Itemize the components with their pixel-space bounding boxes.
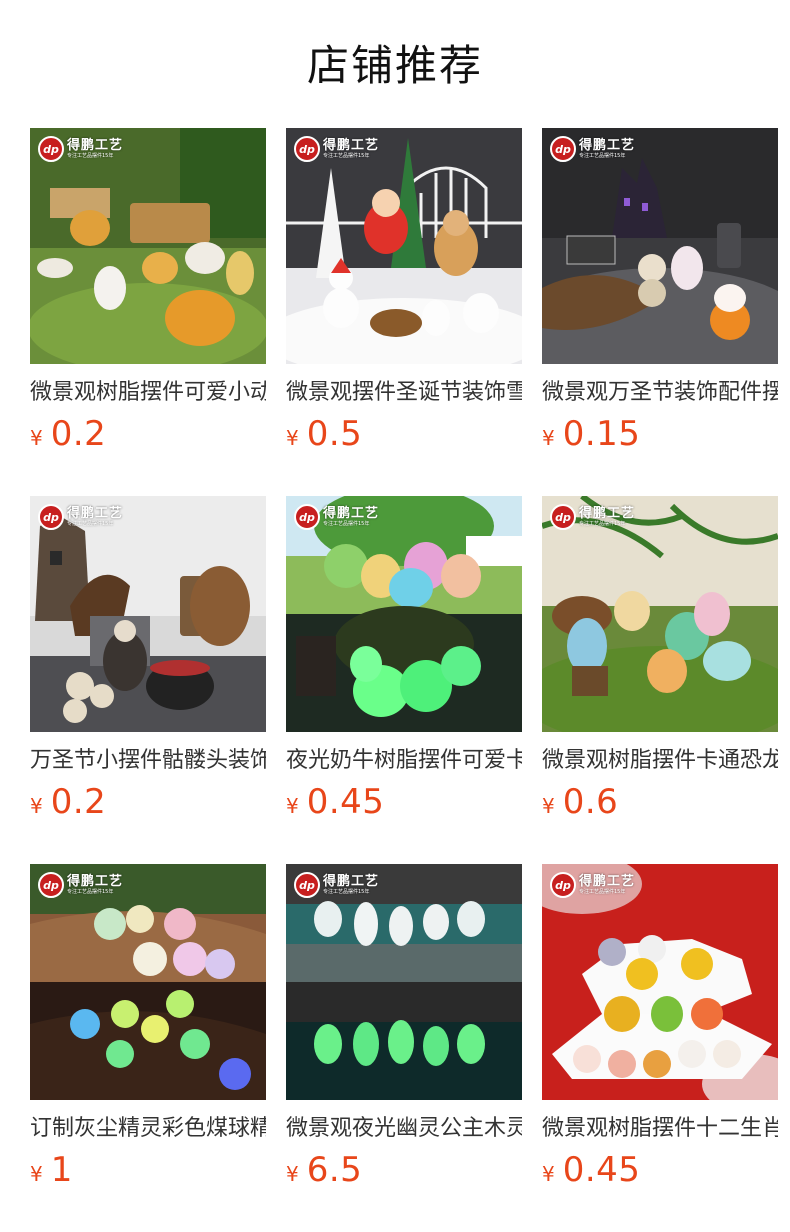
product-card[interactable]: dp 得鹏工艺 专注工艺品摆件15年 订制灰尘精灵彩色煤球精灵 ¥ 1 xyxy=(30,864,266,1232)
product-card[interactable]: dp 得鹏工艺 专注工艺品摆件15年 微景观树脂摆件卡通恐龙 ¥ 0.6 xyxy=(542,496,778,864)
brand-name: 得鹏工艺 xyxy=(323,874,380,889)
product-name[interactable]: 微景观夜光幽灵公主木灵 xyxy=(286,1113,522,1145)
dp-logo-icon: dp xyxy=(550,872,576,898)
product-price: ¥ 0.5 xyxy=(286,414,522,458)
brand-tagline: 专注工艺品摆件15年 xyxy=(579,889,626,895)
brand-name: 得鹏工艺 xyxy=(67,138,124,153)
brand-name: 得鹏工艺 xyxy=(323,506,380,521)
product-image[interactable]: dp 得鹏工艺 专注工艺品摆件15年 xyxy=(30,128,266,364)
dp-logo-icon: dp xyxy=(294,136,320,162)
product-image[interactable]: dp 得鹏工艺 专注工艺品摆件15年 xyxy=(542,128,778,364)
product-name[interactable]: 微景观树脂摆件十二生肖 xyxy=(542,1113,778,1145)
dp-logo-icon: dp xyxy=(550,136,576,162)
currency-symbol: ¥ xyxy=(286,1162,299,1186)
currency-symbol: ¥ xyxy=(30,1162,43,1186)
price-amount: 6.5 xyxy=(306,1150,363,1190)
brand-logo: dp 得鹏工艺 专注工艺品摆件15年 xyxy=(294,870,379,900)
brand-tagline: 专注工艺品摆件15年 xyxy=(67,521,114,527)
currency-symbol: ¥ xyxy=(30,794,43,818)
price-amount: 0.45 xyxy=(306,782,385,822)
brand-tagline: 专注工艺品摆件15年 xyxy=(323,153,370,159)
currency-symbol: ¥ xyxy=(542,794,555,818)
product-name[interactable]: 微景观摆件圣诞节装饰雪人 xyxy=(286,377,522,409)
brand-logo: dp 得鹏工艺 专注工艺品摆件15年 xyxy=(38,870,123,900)
product-card[interactable]: dp 得鹏工艺 专注工艺品摆件15年 微景观树脂摆件十二生肖 ¥ 0.45 xyxy=(542,864,778,1232)
product-card[interactable]: dp 得鹏工艺 专注工艺品摆件15年 微景观摆件圣诞节装饰雪人 ¥ 0.5 xyxy=(286,128,522,496)
currency-symbol: ¥ xyxy=(286,426,299,450)
brand-tagline: 专注工艺品摆件15年 xyxy=(323,521,370,527)
price-amount: 0.6 xyxy=(562,782,619,822)
product-image[interactable]: dp 得鹏工艺 专注工艺品摆件15年 xyxy=(286,496,522,732)
product-price: ¥ 0.15 xyxy=(542,414,778,458)
product-image[interactable]: dp 得鹏工艺 专注工艺品摆件15年 xyxy=(30,864,266,1100)
product-image[interactable]: dp 得鹏工艺 专注工艺品摆件15年 xyxy=(286,128,522,364)
price-amount: 0.2 xyxy=(50,782,107,822)
product-image[interactable]: dp 得鹏工艺 专注工艺品摆件15年 xyxy=(286,864,522,1100)
brand-tagline: 专注工艺品摆件15年 xyxy=(67,153,114,159)
product-name[interactable]: 夜光奶牛树脂摆件可爱卡通 xyxy=(286,745,522,777)
brand-logo: dp 得鹏工艺 专注工艺品摆件15年 xyxy=(294,502,379,532)
product-name[interactable]: 万圣节小摆件骷髅头装饰品 xyxy=(30,745,266,777)
product-card[interactable]: dp 得鹏工艺 专注工艺品摆件15年 微景观夜光幽灵公主木灵 ¥ 6.5 xyxy=(286,864,522,1232)
brand-tagline: 专注工艺品摆件15年 xyxy=(579,521,626,527)
brand-name: 得鹏工艺 xyxy=(67,874,124,889)
product-price: ¥ 0.45 xyxy=(542,1150,778,1194)
product-image[interactable]: dp 得鹏工艺 专注工艺品摆件15年 xyxy=(30,496,266,732)
price-amount: 0.45 xyxy=(562,1150,641,1190)
product-price: ¥ 6.5 xyxy=(286,1150,522,1194)
brand-tagline: 专注工艺品摆件15年 xyxy=(323,889,370,895)
product-card[interactable]: dp 得鹏工艺 专注工艺品摆件15年 微景观万圣节装饰配件摆件 ¥ 0.15 xyxy=(542,128,778,496)
product-price: ¥ 0.45 xyxy=(286,782,522,826)
product-price: ¥ 0.2 xyxy=(30,782,266,826)
product-card[interactable]: dp 得鹏工艺 专注工艺品摆件15年 微景观树脂摆件可爱小动物 ¥ 0.2 xyxy=(30,128,266,496)
product-name[interactable]: 微景观万圣节装饰配件摆件 xyxy=(542,377,778,409)
product-card[interactable]: dp 得鹏工艺 专注工艺品摆件15年 万圣节小摆件骷髅头装饰品 ¥ 0.2 xyxy=(30,496,266,864)
brand-name: 得鹏工艺 xyxy=(323,138,380,153)
brand-logo: dp 得鹏工艺 专注工艺品摆件15年 xyxy=(550,870,635,900)
currency-symbol: ¥ xyxy=(542,1162,555,1186)
product-name[interactable]: 订制灰尘精灵彩色煤球精灵 xyxy=(30,1113,266,1145)
price-amount: 0.15 xyxy=(562,414,641,454)
price-amount: 0.5 xyxy=(306,414,363,454)
dp-logo-icon: dp xyxy=(38,136,64,162)
product-name[interactable]: 微景观树脂摆件可爱小动物 xyxy=(30,377,266,409)
dp-logo-icon: dp xyxy=(294,872,320,898)
currency-symbol: ¥ xyxy=(30,426,43,450)
page-title: 店铺推荐 xyxy=(306,41,483,90)
brand-tagline: 专注工艺品摆件15年 xyxy=(67,889,114,895)
brand-tagline: 专注工艺品摆件15年 xyxy=(579,153,626,159)
brand-name: 得鹏工艺 xyxy=(67,506,124,521)
product-card[interactable]: dp 得鹏工艺 专注工艺品摆件15年 夜光奶牛树脂摆件可爱卡通 ¥ 0.45 xyxy=(286,496,522,864)
product-image[interactable]: dp 得鹏工艺 专注工艺品摆件15年 xyxy=(542,864,778,1100)
product-price: ¥ 1 xyxy=(30,1150,266,1194)
brand-name: 得鹏工艺 xyxy=(579,874,636,889)
currency-symbol: ¥ xyxy=(286,794,299,818)
product-grid: dp 得鹏工艺 专注工艺品摆件15年 微景观树脂摆件可爱小动物 ¥ 0.2 xyxy=(30,128,778,1232)
brand-name: 得鹏工艺 xyxy=(579,506,636,521)
product-price: ¥ 0.6 xyxy=(542,782,778,826)
price-amount: 1 xyxy=(50,1150,73,1190)
brand-logo: dp 得鹏工艺 专注工艺品摆件15年 xyxy=(38,502,123,532)
dp-logo-icon: dp xyxy=(38,872,64,898)
brand-logo: dp 得鹏工艺 专注工艺品摆件15年 xyxy=(38,134,123,164)
brand-logo: dp 得鹏工艺 专注工艺品摆件15年 xyxy=(550,502,635,532)
product-image[interactable]: dp 得鹏工艺 专注工艺品摆件15年 xyxy=(542,496,778,732)
product-name[interactable]: 微景观树脂摆件卡通恐龙 xyxy=(542,745,778,777)
brand-name: 得鹏工艺 xyxy=(579,138,636,153)
brand-logo: dp 得鹏工艺 专注工艺品摆件15年 xyxy=(550,134,635,164)
currency-symbol: ¥ xyxy=(542,426,555,450)
brand-logo: dp 得鹏工艺 专注工艺品摆件15年 xyxy=(294,134,379,164)
product-price: ¥ 0.2 xyxy=(30,414,266,458)
dp-logo-icon: dp xyxy=(294,504,320,530)
dp-logo-icon: dp xyxy=(38,504,64,530)
dp-logo-icon: dp xyxy=(550,504,576,530)
price-amount: 0.2 xyxy=(50,414,107,454)
